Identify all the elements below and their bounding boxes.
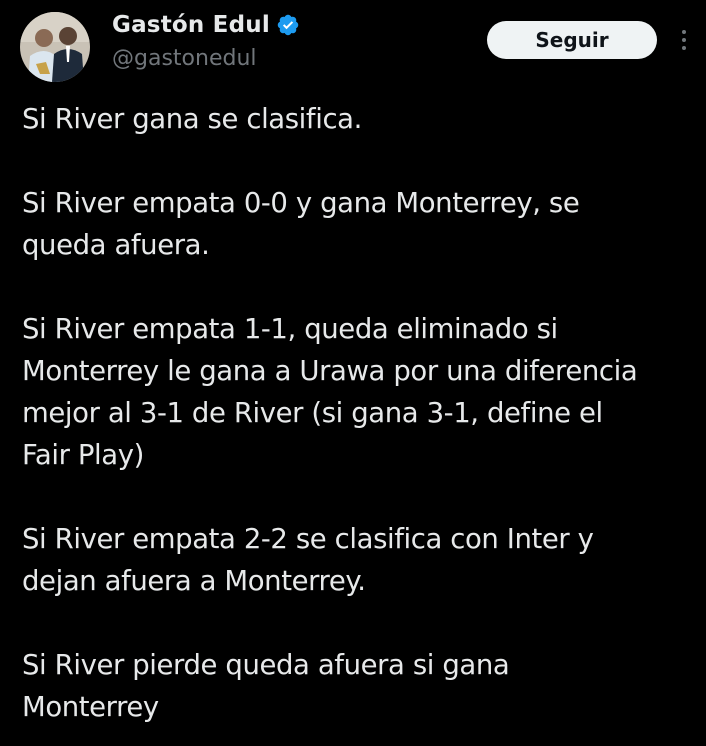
tweet-paragraph: Si River pierde queda afuera si gana Mon… — [22, 649, 510, 723]
tweet-paragraph: Si River empata 1-1, queda eliminado si … — [22, 313, 638, 471]
more-dot — [682, 46, 686, 50]
more-dot — [682, 38, 686, 42]
tweet-text: Si River gana se clasifica. Si River emp… — [22, 98, 702, 728]
tweet-header: Gastón Edul @gastonedul Seguir — [0, 0, 706, 90]
tweet-paragraph: Si River empata 0-0 y gana Monterrey, se… — [22, 187, 580, 261]
avatar-image — [20, 12, 90, 82]
avatar[interactable] — [20, 12, 90, 82]
author-handle[interactable]: @gastonedul — [112, 46, 300, 71]
name-row: Gastón Edul — [112, 8, 300, 42]
follow-button[interactable]: Seguir — [487, 21, 657, 59]
verified-badge-icon[interactable] — [276, 13, 300, 37]
more-options-icon[interactable] — [672, 24, 696, 56]
more-dot — [682, 30, 686, 34]
tweet-paragraph: Si River gana se clasifica. — [22, 103, 362, 135]
author-display-name[interactable]: Gastón Edul — [112, 12, 270, 38]
tweet-paragraph: Si River empata 2-2 se clasifica con Int… — [22, 523, 594, 597]
author-info: Gastón Edul @gastonedul — [112, 8, 300, 71]
